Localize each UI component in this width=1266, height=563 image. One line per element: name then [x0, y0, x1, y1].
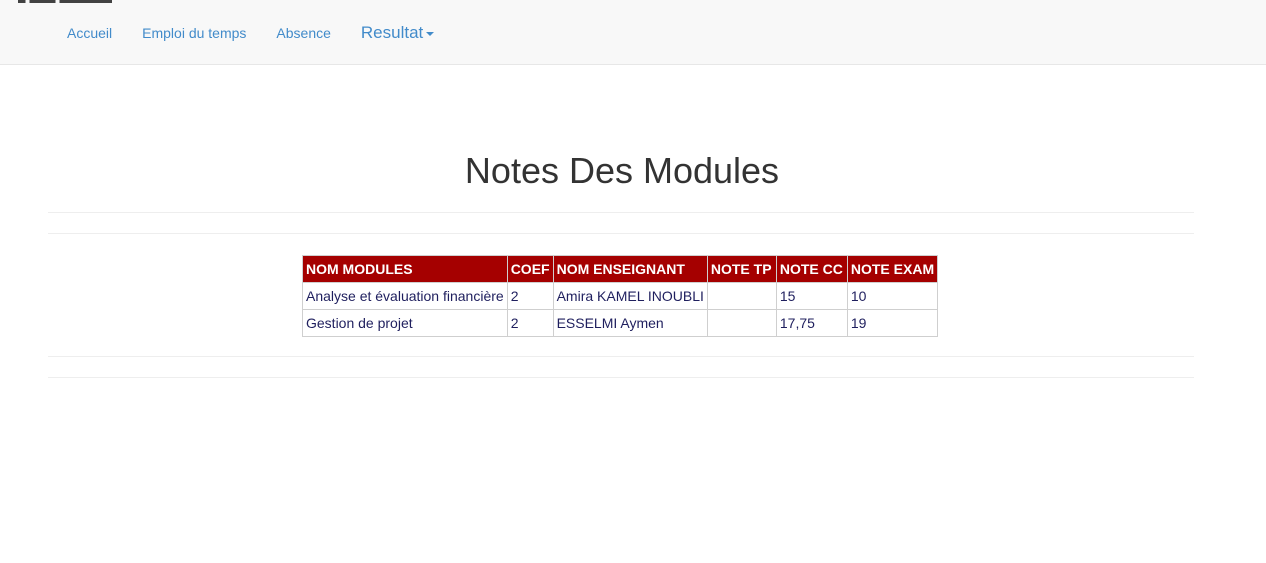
header-note-tp: NOTE TP [706, 255, 777, 283]
nav-emploi-du-temps[interactable]: Emploi du temps [127, 25, 261, 41]
cell-coef: 2 [506, 309, 554, 337]
header-note-exam: NOTE EXAM [846, 255, 939, 283]
divider [48, 233, 1194, 234]
cell-note-tp [706, 282, 777, 310]
divider [48, 356, 1194, 357]
cell-note-exam: 19 [846, 309, 939, 337]
cell-note-tp [706, 309, 777, 337]
caret-down-icon [426, 31, 435, 36]
header-coef: COEF [506, 255, 554, 283]
cell-note-cc: 15 [775, 282, 848, 310]
header-note-cc: NOTE CC [775, 255, 848, 283]
cell-enseignant: ESSELMI Aymen [552, 309, 708, 337]
nav-absence[interactable]: Absence [261, 25, 345, 41]
header-nom-enseignant: NOM ENSEIGNANT [552, 255, 708, 283]
divider [48, 212, 1194, 213]
cell-module: Gestion de projet [302, 309, 508, 337]
nav-resultat-dropdown[interactable]: Resultat [346, 23, 449, 43]
cell-note-cc: 17,75 [775, 309, 848, 337]
divider [48, 377, 1194, 378]
cell-module: Analyse et évaluation financière [302, 282, 508, 310]
top-navbar: Accueil Emploi du temps Absence Resultat [0, 0, 1266, 65]
main-nav: Accueil Emploi du temps Absence Resultat [52, 0, 449, 65]
grades-table: NOM MODULES COEF NOM ENSEIGNANT NOTE TP … [302, 255, 939, 337]
table-row: Gestion de projet 2 ESSELMI Aymen 17,75 … [302, 309, 939, 337]
page-title: Notes Des Modules [464, 150, 780, 191]
nav-accueil[interactable]: Accueil [52, 25, 127, 41]
header-nom-modules: NOM MODULES [302, 255, 508, 283]
cell-enseignant: Amira KAMEL INOUBLI [552, 282, 708, 310]
cell-note-exam: 10 [846, 282, 939, 310]
nav-resultat-label: Resultat [360, 22, 424, 42]
table-row: Analyse et évaluation financière 2 Amira… [302, 282, 939, 310]
cell-coef: 2 [506, 282, 554, 310]
table-header-row: NOM MODULES COEF NOM ENSEIGNANT NOTE TP … [302, 255, 939, 283]
